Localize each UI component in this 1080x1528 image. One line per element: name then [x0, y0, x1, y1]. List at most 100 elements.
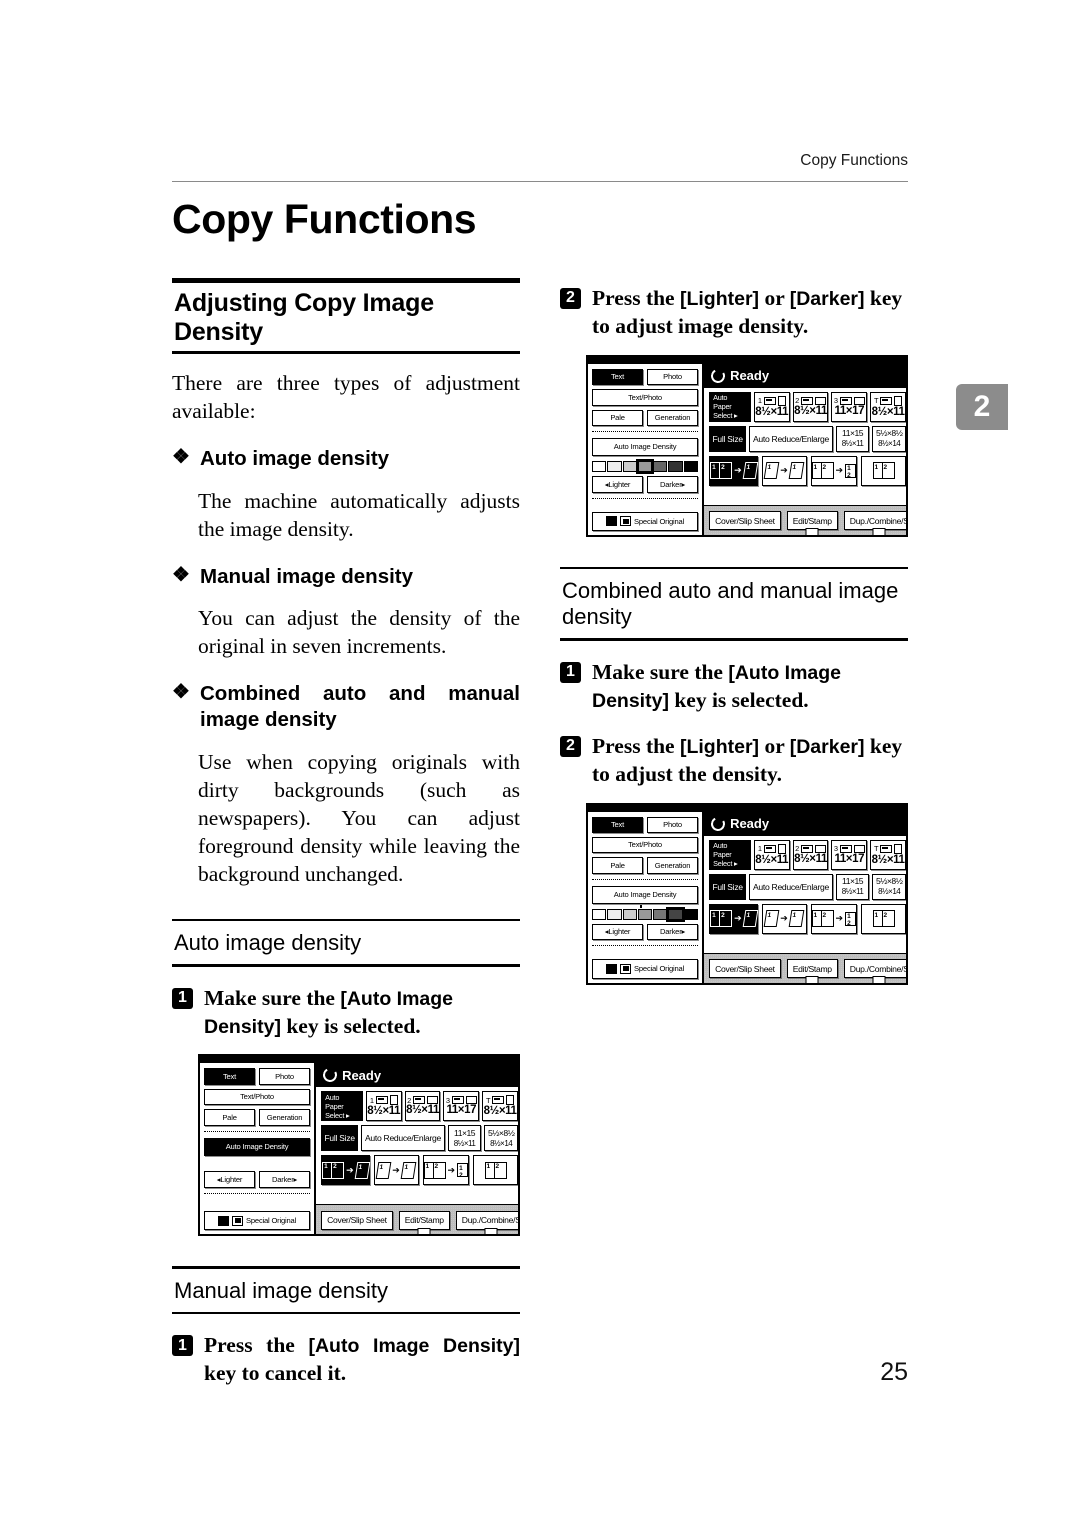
- density-cell-3[interactable]: [622, 461, 637, 473]
- density-cell-3[interactable]: [622, 909, 637, 921]
- key-special-original[interactable]: Special Original: [592, 511, 699, 531]
- key-edit-stamp[interactable]: Edit/Stamp: [786, 959, 838, 979]
- key-duplex-2to2[interactable]: 1 ➔ 1: [761, 455, 807, 486]
- tray-button-2[interactable]: 2 8½×11: [792, 391, 829, 422]
- density-cell-1[interactable]: [592, 461, 607, 473]
- density-cell-1[interactable]: [592, 909, 607, 921]
- key-darker[interactable]: Darker▸: [259, 1171, 311, 1188]
- tray-button-t[interactable]: T 8½×11: [870, 839, 906, 870]
- key-cover-slip-sheet[interactable]: Cover/Slip Sheet: [709, 959, 781, 979]
- key-duplex-2to2[interactable]: 1 ➔ 1: [761, 903, 807, 934]
- key-duplex-1sided[interactable]: 12: [861, 455, 906, 486]
- key-text-photo[interactable]: Text/Photo: [592, 836, 699, 854]
- density-cell-6[interactable]: [668, 461, 683, 473]
- key-ratio-2[interactable]: 5½×8½ 8½×14: [872, 425, 906, 452]
- density-cell-7[interactable]: [683, 461, 699, 473]
- step-ui-key-darker: [Darker]: [789, 288, 865, 310]
- key-auto-reduce-enlarge[interactable]: Auto Reduce/Enlarge: [749, 425, 833, 452]
- key-ratio-1[interactable]: 11×15 8½×11: [447, 1125, 482, 1152]
- tray-button-2[interactable]: 2 8½×11: [792, 839, 829, 870]
- key-auto-image-density[interactable]: Auto Image Density: [592, 885, 699, 905]
- key-dup-combine[interactable]: Dup./Combine/S: [843, 959, 906, 979]
- lcd-panel-manual[interactable]: Text Photo Text/Photo Pale Generation Au…: [586, 354, 908, 537]
- key-photo[interactable]: Photo: [647, 816, 699, 833]
- key-full-size[interactable]: Full Size: [321, 1125, 359, 1152]
- key-auto-reduce-enlarge[interactable]: Auto Reduce/Enlarge: [361, 1125, 445, 1152]
- key-ratio-1[interactable]: 11×15 8½×11: [835, 873, 870, 900]
- density-cell-7[interactable]: [683, 909, 699, 921]
- density-cell-4[interactable]: [635, 459, 655, 475]
- tray-button-3[interactable]: 3 11×17: [831, 391, 868, 422]
- key-photo[interactable]: Photo: [259, 1068, 311, 1085]
- key-duplex-1sided[interactable]: 12: [861, 903, 906, 934]
- tray-button-1[interactable]: 1 8½×11: [753, 391, 790, 422]
- density-scale[interactable]: [592, 459, 699, 475]
- density-cell-2[interactable]: [607, 461, 622, 473]
- key-ratio-1[interactable]: 11×15 8½×11: [835, 425, 870, 452]
- key-auto-reduce-enlarge[interactable]: Auto Reduce/Enlarge: [749, 873, 833, 900]
- key-text[interactable]: Text: [592, 816, 644, 833]
- tray-glyph-row: 2: [795, 844, 826, 853]
- key-full-size[interactable]: Full Size: [709, 873, 747, 900]
- key-generation[interactable]: Generation: [259, 1109, 311, 1126]
- page-stack-icon: 12: [484, 1161, 507, 1179]
- key-dup-combine[interactable]: Dup./Combine/S: [843, 511, 906, 531]
- key-special-original[interactable]: Special Original: [592, 959, 699, 979]
- density-cell-4[interactable]: [637, 909, 653, 921]
- key-dup-combine[interactable]: Dup./Combine/S: [455, 1210, 518, 1230]
- rail-row-text-photo: Text Photo: [204, 1068, 311, 1085]
- tray-button-3[interactable]: 3 11×17: [831, 839, 868, 870]
- key-cover-slip-sheet[interactable]: Cover/Slip Sheet: [321, 1210, 393, 1230]
- key-generation[interactable]: Generation: [647, 857, 699, 874]
- key-text-photo[interactable]: Text/Photo: [592, 389, 699, 406]
- key-combine-2on1[interactable]: 12 ➔ 1 2: [810, 903, 858, 934]
- rail-divider: [592, 945, 699, 947]
- tray-button-3[interactable]: 3 11×17: [443, 1091, 480, 1122]
- key-auto-image-density[interactable]: Auto Image Density: [592, 438, 699, 457]
- key-auto-paper-select[interactable]: Auto Paper Select ▸: [321, 1091, 363, 1122]
- key-darker[interactable]: Darker▸: [647, 924, 699, 941]
- key-generation[interactable]: Generation: [647, 409, 699, 426]
- density-scale[interactable]: [592, 905, 699, 923]
- key-combine-2on1[interactable]: 12 ➔ 1 2: [422, 1155, 470, 1186]
- key-photo[interactable]: Photo: [647, 368, 699, 386]
- key-text-photo[interactable]: Text/Photo: [204, 1088, 311, 1106]
- tray-button-t[interactable]: T 8½×11: [482, 1091, 518, 1122]
- key-duplex-1sided[interactable]: 12: [473, 1155, 518, 1186]
- key-duplex-1to2[interactable]: 12 ➔ 1: [709, 903, 758, 934]
- key-auto-paper-select[interactable]: Auto Paper Select ▸: [709, 391, 751, 422]
- key-lighter[interactable]: ◂Lighter: [592, 476, 644, 493]
- key-lighter[interactable]: ◂Lighter: [204, 1171, 256, 1188]
- key-text[interactable]: Text: [592, 368, 644, 386]
- key-ratio-2[interactable]: 5½×8½ 8½×14: [484, 1125, 518, 1152]
- key-text[interactable]: Text: [204, 1068, 256, 1085]
- tray-button-1[interactable]: 1 8½×11: [365, 1091, 402, 1122]
- key-cover-slip-sheet[interactable]: Cover/Slip Sheet: [709, 511, 781, 531]
- key-combine-2on1[interactable]: 12 ➔ 1 2: [810, 455, 858, 486]
- key-lighter[interactable]: ◂Lighter: [592, 924, 644, 941]
- key-edit-stamp[interactable]: Edit/Stamp: [786, 511, 838, 531]
- key-duplex-1to2[interactable]: 12 ➔ 1: [709, 455, 758, 486]
- key-duplex-2to2[interactable]: 1 ➔ 1: [373, 1155, 419, 1186]
- density-cell-6[interactable]: [666, 907, 685, 923]
- density-cell-5[interactable]: [653, 909, 668, 921]
- lcd-panel-auto[interactable]: Text Photo Text/Photo Pale Generation Au…: [198, 1054, 520, 1237]
- key-pale[interactable]: Pale: [592, 857, 644, 874]
- key-pale[interactable]: Pale: [204, 1109, 256, 1126]
- key-darker[interactable]: Darker▸: [647, 476, 699, 493]
- lcd-status-bar: Ready: [704, 811, 906, 836]
- tray-button-1[interactable]: 1 8½×11: [753, 839, 790, 870]
- key-pale[interactable]: Pale: [592, 409, 644, 426]
- key-full-size[interactable]: Full Size: [709, 425, 747, 452]
- key-ratio-2[interactable]: 5½×8½ 8½×14: [872, 873, 906, 900]
- density-cell-5[interactable]: [653, 461, 668, 473]
- tray-button-t[interactable]: T 8½×11: [870, 391, 906, 422]
- key-special-original[interactable]: Special Original: [204, 1211, 311, 1231]
- key-auto-image-density[interactable]: Auto Image Density: [204, 1137, 311, 1156]
- key-duplex-1to2[interactable]: 12 ➔ 1: [321, 1155, 370, 1186]
- key-auto-paper-select[interactable]: Auto Paper Select ▸: [709, 839, 751, 870]
- tray-button-2[interactable]: 2 8½×11: [404, 1091, 441, 1122]
- key-edit-stamp[interactable]: Edit/Stamp: [398, 1210, 450, 1230]
- density-cell-2[interactable]: [607, 909, 622, 921]
- lcd-panel-combined[interactable]: Text Photo Text/Photo Pale Generation Au…: [586, 802, 908, 985]
